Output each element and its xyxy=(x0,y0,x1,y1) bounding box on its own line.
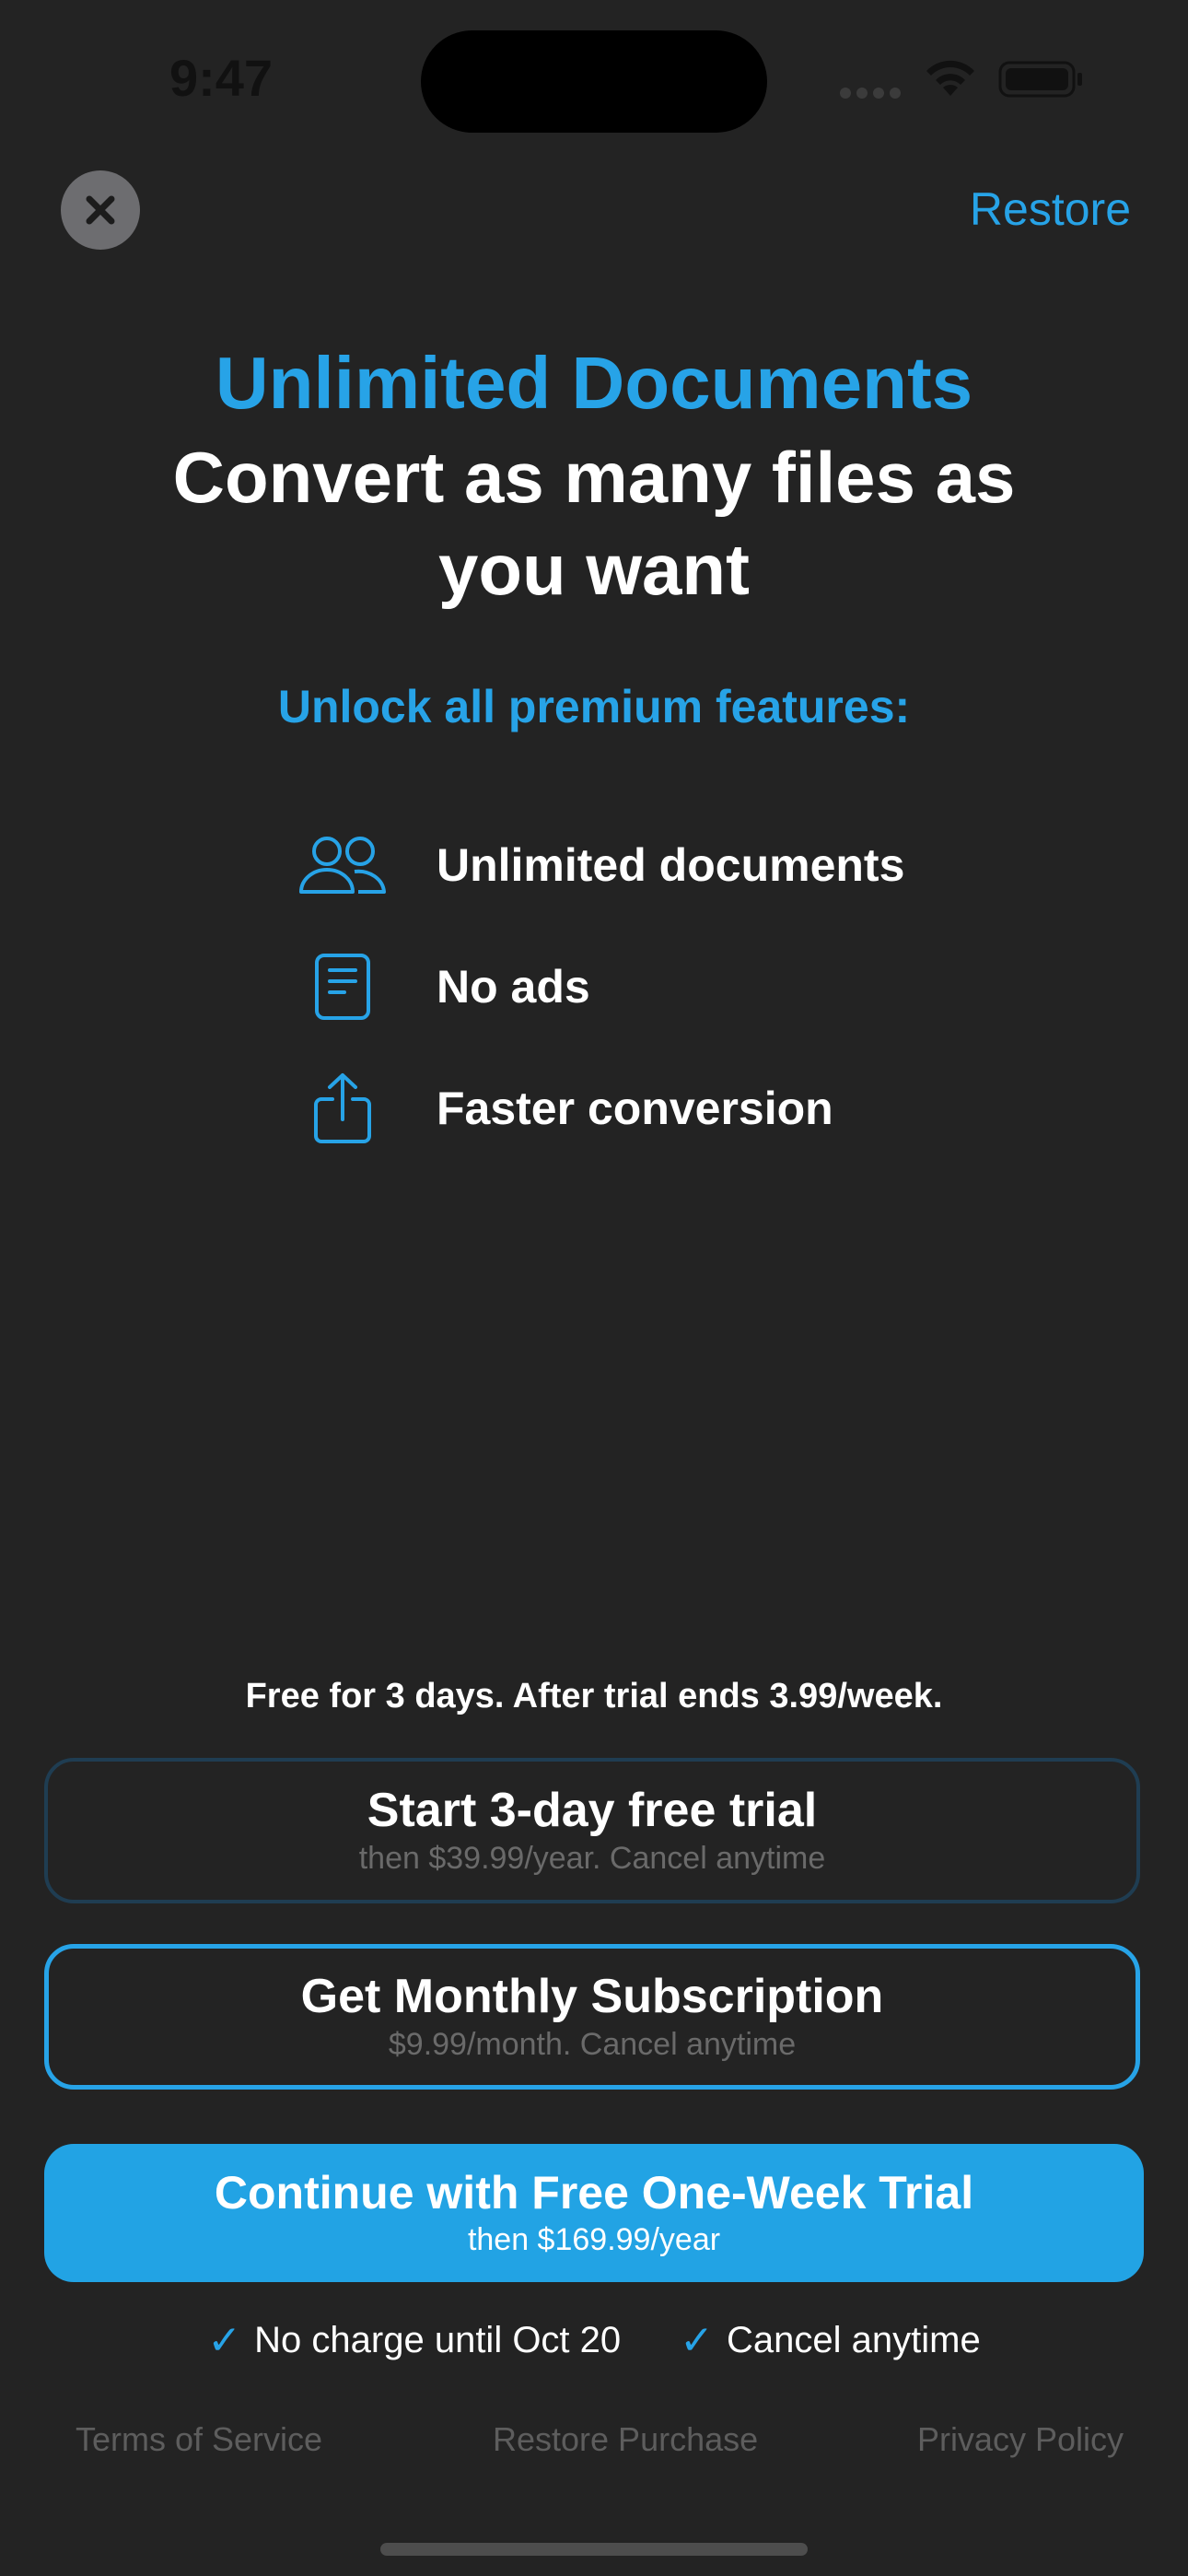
headline-subtitle: Convert as many files as you want xyxy=(172,437,1016,610)
checkmark-icon: ✓ xyxy=(680,2318,715,2363)
assurance-cancel-anytime: ✓ Cancel anytime xyxy=(680,2317,981,2364)
plan-subtitle: $9.99/month. Cancel anytime xyxy=(388,2027,797,2062)
plan-title: Start 3-day free trial xyxy=(367,1784,818,1837)
annual-trial-plan-option[interactable]: Start 3-day free trial then $39.99/year.… xyxy=(44,1758,1140,1903)
continue-trial-button[interactable]: Continue with Free One-Week Trial then $… xyxy=(44,2144,1144,2282)
terms-of-service-link[interactable]: Terms of Service xyxy=(76,2420,322,2459)
feature-item-unlimited-documents: Unlimited documents xyxy=(295,824,904,907)
restore-button[interactable]: Restore xyxy=(970,182,1131,236)
feature-label: Unlimited documents xyxy=(437,839,905,891)
assurances: ✓ No charge until Oct 20 ✓ Cancel anytim… xyxy=(0,2317,1188,2364)
close-button[interactable] xyxy=(61,170,140,250)
dynamic-island xyxy=(421,30,767,133)
cta-title: Continue with Free One-Week Trial xyxy=(214,2167,974,2219)
assurance-label: No charge until Oct 20 xyxy=(254,2320,622,2360)
restore-purchase-link[interactable]: Restore Purchase xyxy=(493,2420,758,2459)
plan-subtitle: then $39.99/year. Cancel anytime xyxy=(358,1841,826,1876)
plan-title: Get Monthly Subscription xyxy=(300,1970,884,2023)
wifi-icon xyxy=(923,59,978,104)
share-icon xyxy=(295,1067,390,1150)
home-indicator xyxy=(380,2543,808,2556)
monthly-plan-option[interactable]: Get Monthly Subscription $9.99/month. Ca… xyxy=(44,1944,1140,2090)
feature-label: Faster conversion xyxy=(437,1083,833,1134)
assurance-no-charge: ✓ No charge until Oct 20 xyxy=(207,2317,621,2364)
checkmark-icon: ✓ xyxy=(207,2318,242,2363)
feature-label: No ads xyxy=(437,961,590,1013)
feature-item-no-ads: No ads xyxy=(295,945,590,1028)
feature-item-faster-conversion: Faster conversion xyxy=(295,1067,833,1150)
features-heading: Unlock all premium features: xyxy=(277,681,911,732)
users-icon xyxy=(295,824,390,907)
status-time: 9:47 xyxy=(169,49,274,107)
assurance-label: Cancel anytime xyxy=(727,2320,981,2360)
privacy-policy-link[interactable]: Privacy Policy xyxy=(917,2420,1124,2459)
document-icon xyxy=(295,945,390,1028)
cta-subtitle: then $169.99/year xyxy=(467,2222,721,2257)
cellular-signal-icon xyxy=(840,87,906,103)
trial-note: Free for 3 days. After trial ends 3.99/w… xyxy=(245,1677,943,1715)
headline-title: Unlimited Documents xyxy=(215,342,973,424)
close-icon xyxy=(86,195,115,225)
battery-icon xyxy=(998,61,1085,102)
